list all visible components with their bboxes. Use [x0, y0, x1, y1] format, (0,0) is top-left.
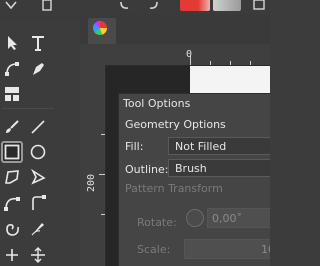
ruler-tick [230, 61, 231, 65]
menu-arrow-icon[interactable] [4, 0, 18, 12]
pen-tool-icon [33, 63, 44, 75]
node-edit-tool-icon [5, 62, 19, 76]
fill-value: Not Filled [175, 140, 227, 153]
tool-options-panel: Tool Options Geometry Options Fill: Not … [118, 93, 270, 266]
outline-value: Brush [175, 162, 207, 175]
ruler-tick [101, 134, 105, 135]
ruler-tick [250, 61, 251, 65]
rotate-field[interactable]: 0,00˚ [207, 208, 270, 228]
ruler-tick [210, 61, 211, 65]
rotate-knob[interactable] [186, 209, 204, 227]
pages-tool-icon [5, 87, 19, 101]
triangle-tool[interactable] [27, 166, 49, 188]
ruler-label-200: 200 [86, 173, 97, 192]
ruler-tick [99, 174, 105, 175]
calligraphy-tool[interactable] [27, 218, 49, 240]
ellipse-tool[interactable] [27, 141, 49, 163]
app-logo-icon [93, 21, 107, 35]
layers-icon[interactable] [252, 0, 266, 12]
polygon-tool-icon [5, 170, 19, 184]
brush-tool[interactable] [1, 116, 23, 138]
line-tool-icon [31, 120, 45, 134]
background-color-swatch[interactable] [213, 0, 241, 11]
rectangle-tool[interactable] [1, 141, 23, 163]
pattern-transform-heading: Pattern Transform [125, 182, 223, 195]
calligraphy-tool-icon [31, 223, 44, 236]
ruler-tick [101, 214, 105, 215]
vertical-ruler[interactable] [80, 65, 106, 266]
ellipse-tool-icon [30, 144, 46, 160]
redo-icon[interactable] [146, 0, 160, 12]
outline-label: Outline: [125, 163, 169, 176]
ruler-label-zero: 0 [186, 49, 193, 60]
toolbox [0, 20, 58, 266]
toolbox-separator [2, 108, 54, 109]
connector-tool-icon [32, 195, 46, 210]
pen-tool[interactable] [27, 58, 49, 80]
undo-icon[interactable] [118, 0, 132, 12]
connector-tool[interactable] [27, 192, 49, 214]
node-edit-tool[interactable] [1, 58, 23, 80]
triangle-tool-icon [31, 169, 46, 185]
text-tool[interactable] [27, 32, 49, 54]
zoom-tool-icon [6, 249, 18, 261]
outline-dropdown[interactable]: Brush [168, 159, 270, 177]
scale-label: Scale: [137, 243, 171, 256]
new-document-icon[interactable] [40, 0, 54, 12]
move-tool[interactable] [27, 244, 49, 266]
arc-tool[interactable] [1, 192, 23, 214]
foreground-color-swatch[interactable] [180, 0, 210, 11]
fill-label: Fill: [125, 140, 144, 153]
document-tab-strip [80, 14, 270, 44]
pointer-tool-icon [8, 36, 17, 50]
spiral-tool[interactable] [1, 218, 23, 240]
spiral-tool-icon [6, 224, 19, 236]
pointer-tool[interactable] [1, 32, 23, 54]
rotate-value: 0,00˚ [212, 212, 242, 225]
scale-field[interactable]: 10 [184, 239, 270, 259]
panel-title: Tool Options [123, 97, 191, 110]
line-tool[interactable] [27, 116, 49, 138]
scale-value: 10 [261, 243, 270, 256]
ruler-corner [80, 44, 105, 65]
rectangle-tool-icon [4, 144, 20, 160]
geometry-options-heading: Geometry Options [125, 118, 226, 131]
pages-tool[interactable] [1, 83, 23, 105]
text-tool-icon [32, 36, 44, 51]
move-tool-icon [31, 247, 45, 263]
zoom-tool[interactable] [1, 244, 23, 266]
polygon-tool[interactable] [1, 166, 23, 188]
rotate-label: Rotate: [137, 216, 177, 229]
fill-dropdown[interactable]: Not Filled [168, 137, 270, 155]
arc-tool-icon [4, 197, 20, 211]
brush-tool-icon [6, 120, 19, 133]
